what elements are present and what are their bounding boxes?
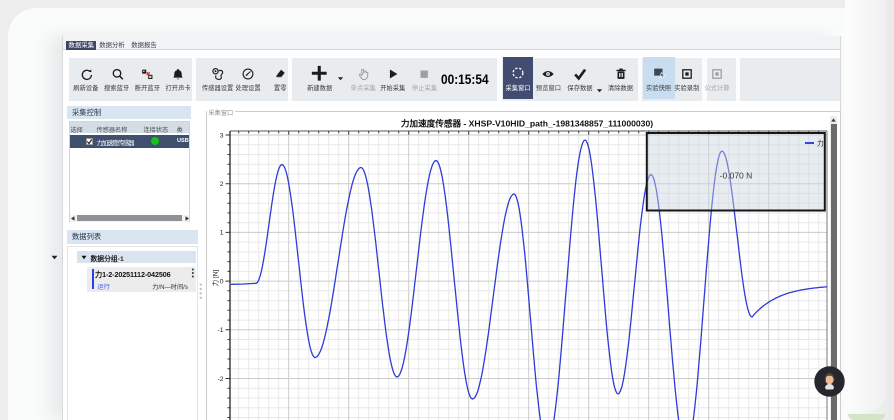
svg-text:1: 1 [220,230,224,237]
svg-text:-1: -1 [217,327,223,334]
svg-text:0: 0 [220,278,224,285]
svg-text:-0.070 N: -0.070 N [720,171,753,181]
svg-text:3: 3 [220,132,224,139]
svg-text:力: 力 [817,139,824,148]
svg-text:力加速度传感器 - XHSP-V10HID_path_-19: 力加速度传感器 - XHSP-V10HID_path_-1981348857_1… [401,118,653,129]
svg-text:2: 2 [220,181,224,188]
svg-text:力 [N]: 力 [N] [211,270,220,287]
svg-text:-2: -2 [217,376,223,383]
